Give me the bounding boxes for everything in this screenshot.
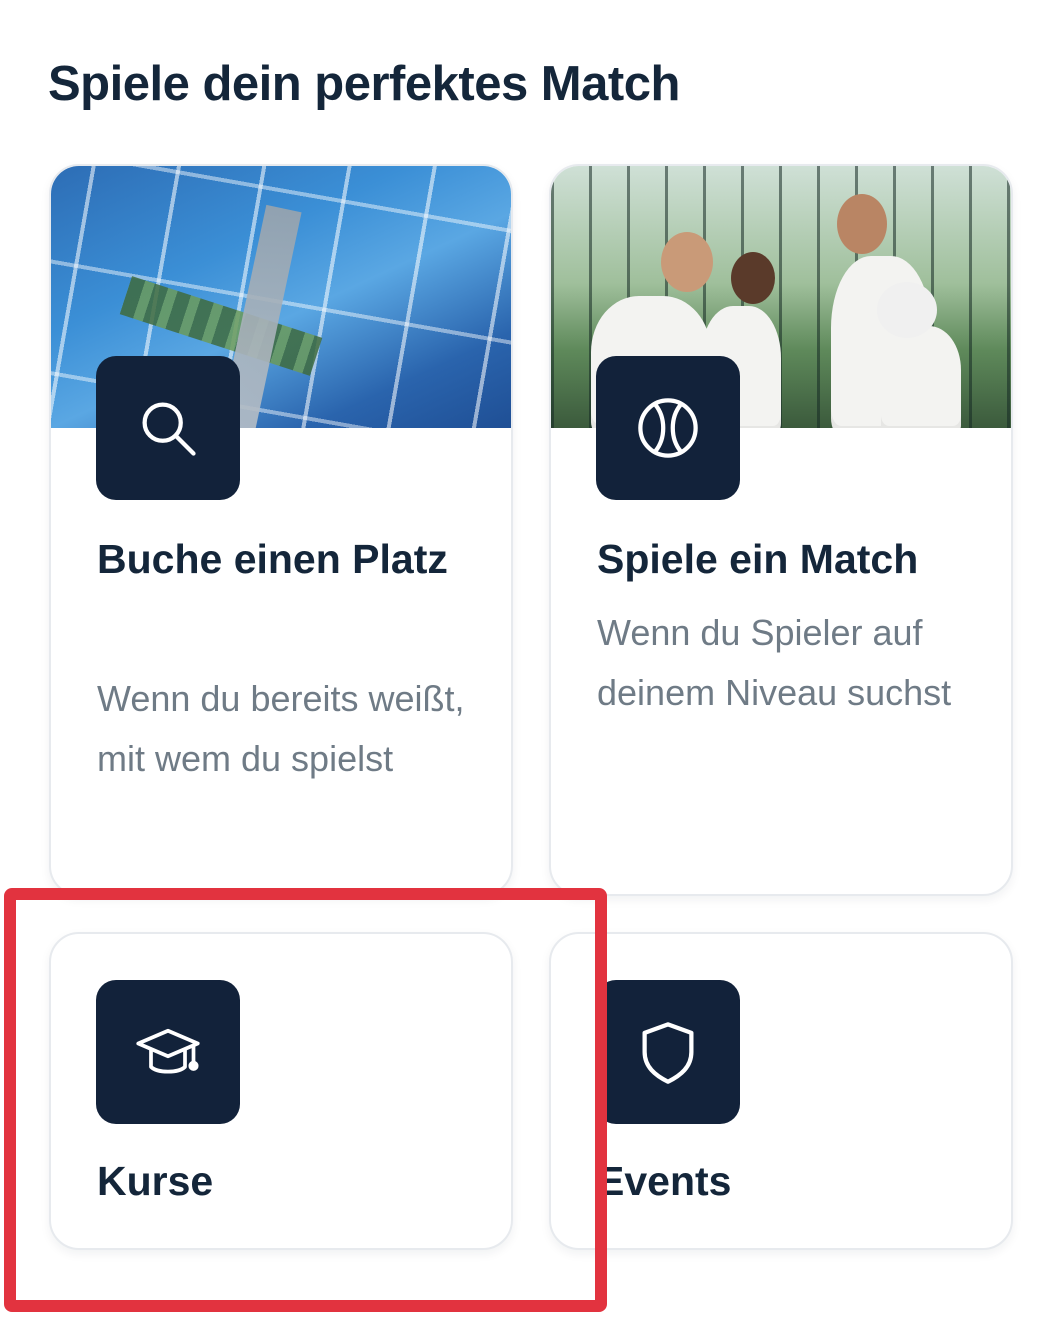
shield-icon bbox=[596, 980, 740, 1124]
section-title: Spiele dein perfektes Match bbox=[48, 57, 680, 111]
card-title: Events bbox=[597, 1158, 732, 1204]
card-title: Buche einen Platz bbox=[97, 536, 448, 582]
tennis-ball-icon bbox=[596, 356, 740, 500]
book-court-card[interactable]: Buche einen Platz Wenn du bereits weißt,… bbox=[49, 164, 513, 896]
image-detail bbox=[661, 232, 713, 292]
play-match-card[interactable]: Spiele ein Match Wenn du Spieler auf dei… bbox=[549, 164, 1013, 896]
image-detail bbox=[837, 194, 887, 254]
search-icon bbox=[96, 356, 240, 500]
card-title: Spiele ein Match bbox=[597, 536, 919, 582]
graduation-cap-icon bbox=[96, 980, 240, 1124]
card-description: Wenn du bereits weißt, mit wem du spiels… bbox=[97, 678, 465, 779]
card-description: Wenn du Spieler auf deinem Niveau suchst bbox=[597, 612, 952, 713]
events-card[interactable]: Events bbox=[549, 932, 1013, 1250]
image-detail bbox=[881, 326, 961, 428]
image-detail bbox=[877, 282, 937, 338]
courses-card[interactable]: Kurse bbox=[49, 932, 513, 1250]
image-detail bbox=[731, 252, 775, 304]
card-title: Kurse bbox=[97, 1158, 214, 1204]
